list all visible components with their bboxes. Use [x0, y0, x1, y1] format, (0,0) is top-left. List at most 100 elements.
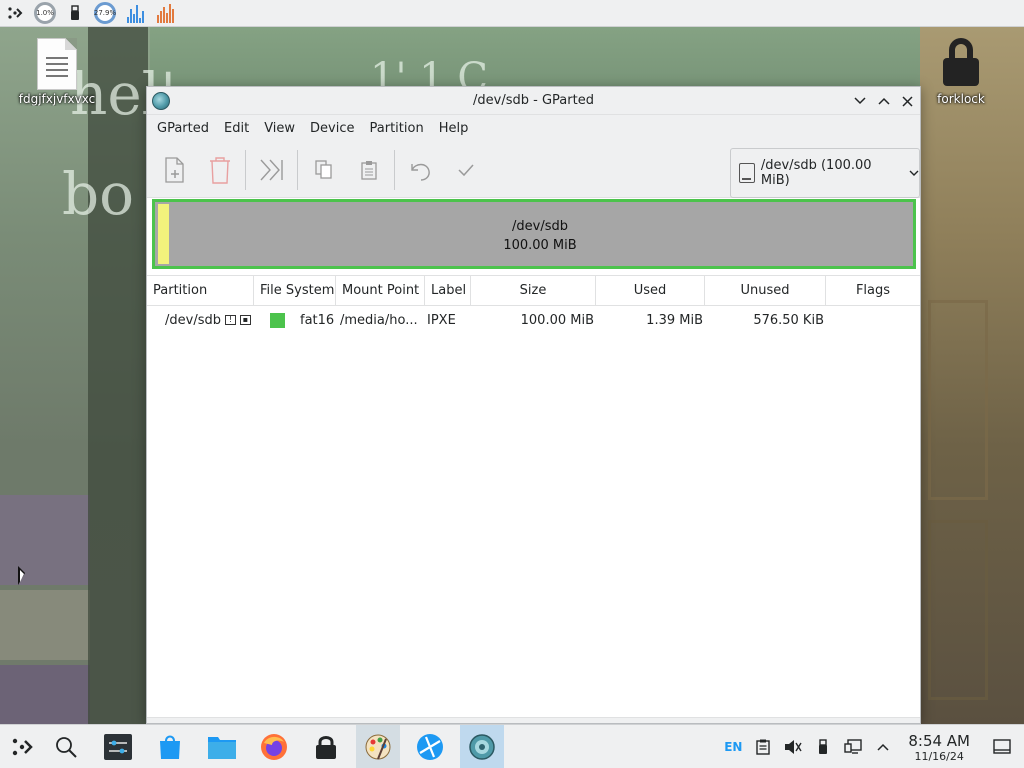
window-titlebar[interactable]: /dev/sdb - GParted: [147, 87, 920, 115]
new-file-icon: [165, 156, 184, 183]
cpu-meter: 1.0%: [34, 2, 56, 24]
cell-used: 1.39 MiB: [646, 312, 703, 328]
lock-icon: [316, 735, 336, 759]
menu-gparted[interactable]: GParted: [151, 121, 215, 136]
column-partition[interactable]: Partition: [147, 276, 254, 305]
menu-partition[interactable]: Partition: [364, 121, 430, 136]
taskbar-system-settings[interactable]: [96, 725, 140, 768]
undo-icon: [411, 163, 430, 181]
cpu-text: 1.0%: [36, 9, 54, 17]
chevron-down-icon: [909, 167, 919, 180]
cell-mount-point: /media/ho...: [340, 312, 418, 328]
close-icon: [901, 95, 913, 107]
cell-unused: 576.50 KiB: [753, 312, 824, 328]
close-button[interactable]: [897, 91, 917, 111]
background-door: [928, 300, 988, 500]
keyboard-layout[interactable]: EN: [718, 725, 748, 768]
application-launcher[interactable]: [0, 0, 30, 27]
device-selector-label: /dev/sdb (100.00 MiB): [760, 158, 872, 188]
mem-text: 27.9%: [93, 9, 117, 17]
background-post: [88, 27, 148, 727]
tray-expander[interactable]: [868, 725, 898, 768]
column-unused[interactable]: Unused: [705, 276, 826, 305]
usb-indicator[interactable]: [60, 0, 90, 27]
taskbar-network-app[interactable]: [408, 725, 452, 768]
cell-label: IPXE: [427, 312, 456, 328]
menu-help[interactable]: Help: [433, 121, 475, 136]
search-button[interactable]: [44, 725, 88, 768]
digital-clock[interactable]: 8:54 AM 11/16/24: [908, 732, 970, 763]
table-row[interactable]: /dev/sdb ! ▪ fat16 /media/ho... IPXE 100…: [147, 306, 920, 334]
background-band: [0, 590, 90, 660]
taskbar-discover[interactable]: [148, 725, 192, 768]
disk-graph[interactable]: [150, 0, 180, 27]
usb-icon: [71, 5, 79, 20]
desktop-forklock-icon[interactable]: forklock: [916, 38, 1006, 106]
column-used[interactable]: Used: [596, 276, 705, 305]
cell-flags: [826, 306, 920, 334]
cell-file-system: fat16: [260, 306, 336, 334]
taskbar-paint[interactable]: [356, 724, 400, 768]
network-tray[interactable]: [838, 725, 868, 768]
column-flags[interactable]: Flags: [826, 276, 920, 305]
desktop-file-icon[interactable]: fdgjfxjvfxvxc: [12, 38, 102, 106]
volume-tray[interactable]: [778, 725, 808, 768]
chevron-down-icon: [854, 97, 866, 105]
disk-icon: [739, 163, 755, 183]
delete-partition-button[interactable]: [200, 150, 240, 190]
minimize-button[interactable]: [850, 91, 870, 111]
cpu-monitor[interactable]: 1.0%: [30, 0, 60, 27]
lock-icon: [941, 38, 981, 90]
top-panel: 1.0% 27.9%: [0, 0, 1024, 27]
paste-button[interactable]: [349, 150, 389, 190]
menubar: GParted Edit View Device Partition Help: [147, 115, 920, 142]
maximize-button[interactable]: [874, 91, 894, 111]
partition-block[interactable]: /dev/sdb 100.00 MiB: [169, 204, 911, 264]
mouse-cursor: [18, 566, 25, 585]
undo-button[interactable]: [401, 150, 441, 190]
network-graph[interactable]: [120, 0, 150, 27]
toolbar-separator: [297, 149, 298, 190]
resize-move-icon: [260, 159, 283, 180]
checkmark-icon: [458, 163, 474, 176]
disk-map[interactable]: /dev/sdb 100.00 MiB: [152, 199, 916, 269]
usb-tray[interactable]: [808, 725, 838, 768]
clipboard-tray[interactable]: [748, 725, 778, 768]
background-text: bo: [62, 160, 135, 228]
column-mount-point[interactable]: Mount Point: [336, 276, 425, 305]
gparted-app-icon[interactable]: [152, 92, 170, 110]
device-selector[interactable]: /dev/sdb (100.00 MiB): [730, 148, 920, 198]
background-band: [0, 495, 90, 585]
menu-edit[interactable]: Edit: [218, 121, 255, 136]
apply-button[interactable]: [446, 150, 486, 190]
disk-map-size: 100.00 MiB: [503, 238, 577, 253]
copy-button[interactable]: [304, 150, 344, 190]
memory-monitor[interactable]: 27.9%: [90, 0, 120, 27]
table-header: Partition File System Mount Point Label …: [147, 275, 920, 306]
gparted-window: /dev/sdb - GParted GParted Edit View Dev…: [146, 86, 921, 724]
volume-muted-icon: [785, 740, 802, 754]
menu-device[interactable]: Device: [304, 121, 360, 136]
partition-table: Partition File System Mount Point Label …: [147, 275, 920, 334]
column-size[interactable]: Size: [471, 276, 596, 305]
taskbar-file-manager[interactable]: [200, 725, 244, 768]
toolbar-separator: [394, 149, 395, 190]
paint-palette-icon: [365, 734, 391, 759]
memory-meter: 27.9%: [94, 2, 116, 24]
background-door: [928, 520, 988, 700]
resize-move-button[interactable]: [252, 150, 292, 190]
application-launcher-button[interactable]: [0, 725, 44, 768]
fat16-color-swatch: [270, 312, 285, 328]
column-label[interactable]: Label: [425, 276, 471, 305]
clock-time: 8:54 AM: [908, 731, 970, 750]
taskbar-gparted[interactable]: [460, 724, 504, 768]
show-desktop-button[interactable]: [980, 725, 1024, 768]
desktop-forklock-label: forklock: [937, 92, 985, 106]
clock-date: 11/16/24: [914, 749, 964, 763]
menu-view[interactable]: View: [258, 121, 301, 136]
taskbar-lock[interactable]: [304, 725, 348, 768]
taskbar-firefox[interactable]: [252, 725, 296, 768]
network-wired-icon: [844, 739, 863, 754]
new-partition-button[interactable]: [155, 150, 195, 190]
column-file-system[interactable]: File System: [254, 276, 336, 305]
